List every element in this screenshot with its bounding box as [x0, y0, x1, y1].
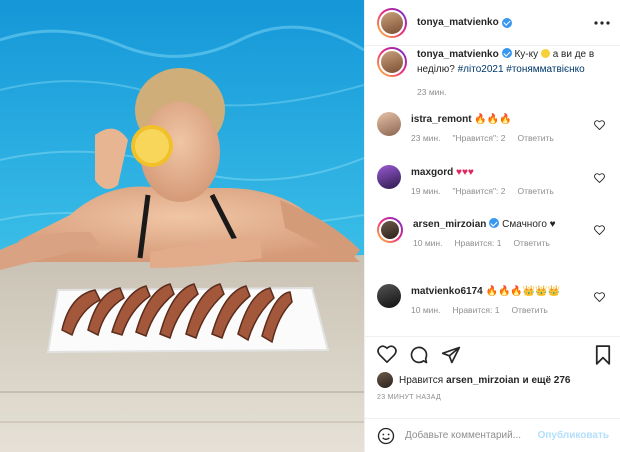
- comment-username[interactable]: matvienko6174: [411, 286, 483, 297]
- instagram-post: tonya_matvienko tonya_matvienko Ку-ку а …: [0, 0, 620, 452]
- comment-input[interactable]: Добавьте комментарий...: [405, 430, 538, 441]
- caption-time: 23 мин.: [417, 87, 447, 97]
- comment-text: 🔥🔥🔥👑👑👑: [485, 286, 561, 297]
- comment-item: maxgord ♥♥♥ 19 мин. "Нравится": 2 Ответи…: [377, 165, 611, 199]
- author-username[interactable]: tonya_matvienko: [417, 17, 499, 28]
- like-comment-heart-icon[interactable]: [594, 120, 605, 130]
- comments-list[interactable]: tonya_matvienko Ку-ку а ви де в неділю? …: [365, 47, 620, 336]
- likes-suffix[interactable]: и ещё 276: [523, 375, 571, 386]
- comment-text: ♥♥♥: [456, 167, 474, 178]
- verified-badge-icon: [501, 17, 512, 28]
- like-comment-heart-icon[interactable]: [594, 225, 605, 235]
- bookmark-icon[interactable]: [595, 345, 611, 365]
- comment-username[interactable]: maxgord: [411, 167, 453, 178]
- like-comment-heart-icon[interactable]: [594, 173, 605, 183]
- caption-username[interactable]: tonya_matvienko: [417, 49, 499, 60]
- comment-time: 10 мин.: [413, 238, 443, 248]
- comment-time: 19 мин.: [411, 186, 441, 196]
- comment-item: matvienko6174 🔥🔥🔥👑👑👑 10 мин. Нравится: 1…: [377, 284, 611, 318]
- post-header: tonya_matvienko: [365, 0, 620, 46]
- like-comment-heart-icon[interactable]: [594, 292, 605, 302]
- lemon-emoji-icon: [540, 49, 550, 58]
- add-comment-bar: Добавьте комментарий... Опубликовать: [365, 418, 620, 452]
- verified-badge-icon: [489, 218, 500, 228]
- like-heart-icon[interactable]: [377, 345, 397, 363]
- reply-link[interactable]: Ответить: [517, 184, 553, 199]
- commenter-avatar[interactable]: [377, 284, 401, 308]
- commenter-avatar[interactable]: [377, 112, 401, 136]
- emoji-smile-icon[interactable]: [377, 427, 395, 445]
- reply-link[interactable]: Ответить: [511, 303, 547, 318]
- comment-item: istra_remont 🔥🔥🔥 23 мин. "Нравится": 2 О…: [377, 112, 611, 146]
- caption-hashtags[interactable]: #літо2021 #тонямматвієнко: [458, 64, 585, 75]
- comment-item: arsen_mirzoian Смачного ♥ 10 мин. Нравит…: [377, 217, 611, 251]
- publish-button[interactable]: Опубликовать: [538, 430, 609, 441]
- liker-username[interactable]: arsen_mirzoian: [446, 375, 519, 386]
- commenter-avatar[interactable]: [377, 217, 403, 243]
- commenter-avatar[interactable]: [377, 165, 401, 189]
- caption-avatar[interactable]: [377, 47, 407, 77]
- reply-link[interactable]: Ответить: [513, 236, 549, 251]
- caption-text-a: Ку-ку: [514, 49, 539, 60]
- share-send-icon[interactable]: [441, 345, 461, 365]
- pool-photo-illustration: [0, 0, 364, 452]
- reply-link[interactable]: Ответить: [517, 131, 553, 146]
- liker-avatar[interactable]: [377, 372, 393, 388]
- comment-username[interactable]: istra_remont: [411, 114, 472, 125]
- post-photo[interactable]: [0, 0, 364, 452]
- comment-likes[interactable]: Нравится: 1: [452, 303, 499, 318]
- comment-likes[interactable]: "Нравится": 2: [452, 184, 505, 199]
- likes-summary: Нравится arsen_mirzoian и ещё 276: [377, 372, 570, 388]
- comment-bubble-icon[interactable]: [409, 345, 429, 365]
- caption: tonya_matvienko Ку-ку а ви де в неділю? …: [377, 47, 611, 100]
- post-actions-bar: [365, 336, 620, 366]
- comment-time: 10 мин.: [411, 305, 441, 315]
- likes-prefix: Нравится: [399, 374, 444, 386]
- author-avatar[interactable]: [377, 7, 407, 38]
- post-side-panel: tonya_matvienko tonya_matvienko Ку-ку а …: [364, 0, 620, 452]
- post-time-ago[interactable]: 23 МИНУТ НАЗАД: [377, 394, 441, 401]
- comment-time: 23 мин.: [411, 133, 441, 143]
- comment-likes[interactable]: Нравится: 1: [454, 236, 501, 251]
- comment-text: Смачного ♥: [502, 219, 556, 230]
- comment-username[interactable]: arsen_mirzoian: [413, 219, 486, 230]
- comment-text: 🔥🔥🔥: [474, 114, 512, 125]
- comment-likes[interactable]: "Нравится": 2: [452, 131, 505, 146]
- more-horizontal-icon[interactable]: [594, 20, 610, 25]
- verified-badge-icon: [501, 48, 512, 58]
